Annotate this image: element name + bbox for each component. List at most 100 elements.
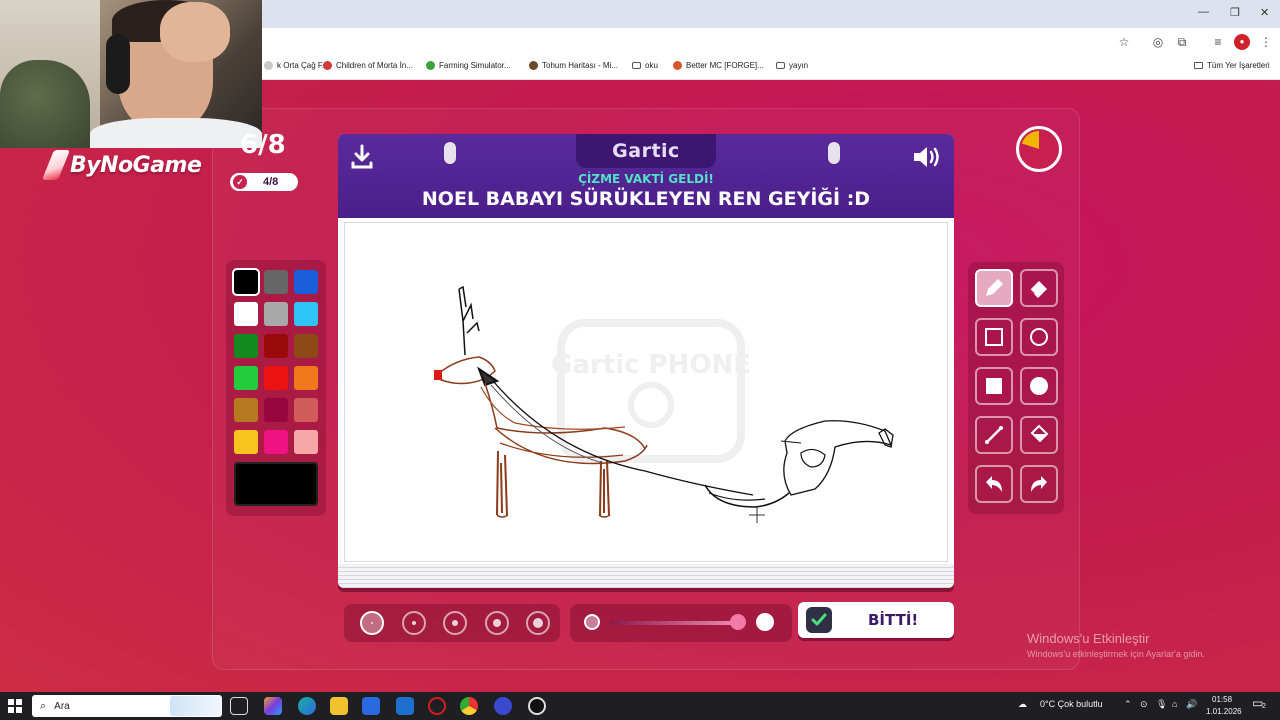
brush-size-option[interactable] (360, 611, 384, 635)
color-swatch[interactable] (264, 334, 288, 358)
windows-activation-subtitle: Windows'u etkinleştirmek için Ayarlar'a … (1027, 649, 1205, 659)
opacity-track[interactable] (610, 621, 738, 625)
edge-icon[interactable] (298, 697, 316, 715)
bookmark-item[interactable]: Children of Morta İn... (323, 61, 413, 70)
clock-time[interactable]: 01:58 (1212, 695, 1232, 704)
bookmark-item[interactable]: Better MC [FORGE]... (673, 61, 764, 70)
rectangle-fill-tool[interactable] (975, 367, 1013, 405)
color-swatch[interactable] (234, 366, 258, 390)
rectangle-fill-icon (986, 378, 1002, 394)
notebook-pages-edge (338, 564, 954, 588)
done-button[interactable]: BİTTİ! (798, 602, 954, 638)
round-counter: 6/8 (240, 130, 286, 160)
brush-size-option[interactable] (401, 611, 426, 635)
pencil-icon (986, 279, 1003, 296)
color-swatch[interactable] (264, 302, 288, 326)
file-explorer-icon[interactable] (330, 697, 348, 715)
color-swatch[interactable] (294, 302, 318, 326)
check-icon (806, 607, 832, 633)
brush-size-option[interactable] (443, 611, 467, 635)
circle-outline-tool[interactable] (1020, 318, 1058, 356)
minimize-window-icon[interactable]: — (1198, 6, 1209, 18)
puzzle-extensions-icon[interactable]: ⧉ (1174, 34, 1190, 50)
bookmark-item[interactable]: Farming Simulator... (426, 61, 511, 70)
line-tool[interactable] (975, 416, 1013, 454)
bookmark-label: Tohum Haritası - Mi... (542, 61, 619, 70)
color-swatch[interactable] (294, 398, 318, 422)
profile-avatar-icon[interactable]: ● (1234, 34, 1250, 50)
microphone-icon[interactable]: 🎙 (1156, 699, 1167, 710)
brush-size-option[interactable] (484, 611, 509, 635)
tray-chevron-icon[interactable]: ⌃ (1124, 699, 1132, 710)
weather-text[interactable]: 0°C Çok bulutlu (1040, 699, 1103, 709)
color-swatch[interactable] (232, 268, 260, 296)
color-swatch[interactable] (294, 430, 318, 454)
extension-icon[interactable]: ◎ (1150, 34, 1166, 50)
round-timer (1016, 126, 1062, 172)
redo-tool[interactable] (1020, 465, 1058, 503)
fill-bucket-tool[interactable] (1020, 416, 1058, 454)
media-controls-icon[interactable]: ≡ (1210, 34, 1226, 50)
all-bookmarks[interactable]: Tüm Yer İşaretleri (1194, 61, 1270, 70)
opacity-max-knob[interactable] (756, 613, 774, 631)
mail-icon[interactable] (396, 697, 414, 715)
color-swatch[interactable] (234, 334, 258, 358)
chrome-icon[interactable] (460, 697, 478, 715)
rectangle-outline-tool[interactable] (975, 318, 1013, 356)
undo-tool[interactable] (975, 465, 1013, 503)
eraser-tool[interactable] (1020, 269, 1058, 307)
taskbar-search[interactable]: ⌕ Ara (32, 695, 222, 717)
obs-icon[interactable] (528, 697, 546, 715)
opacity-min-knob[interactable] (584, 614, 600, 630)
color-swatch[interactable] (294, 366, 318, 390)
volume-icon[interactable]: 🔊 (1186, 699, 1197, 710)
bookmark-label: Children of Morta İn... (336, 61, 413, 70)
current-color-preview[interactable] (234, 462, 318, 506)
clock-date[interactable]: 1.01.2026 (1206, 707, 1242, 716)
circle-fill-tool[interactable] (1020, 367, 1058, 405)
color-swatch[interactable] (264, 398, 288, 422)
opacity-slider (570, 604, 792, 642)
restore-window-icon[interactable]: ❐ (1230, 6, 1240, 19)
fill-bucket-icon (1030, 424, 1049, 443)
color-swatch[interactable] (264, 430, 288, 454)
bookmark-label: k Orta Çağ F... (277, 61, 329, 70)
color-swatch[interactable] (294, 334, 318, 358)
brush-dot-icon (452, 620, 458, 626)
windows-start-icon[interactable] (8, 699, 22, 713)
bookmark-item[interactable]: Tohum Haritası - Mi... (529, 61, 618, 70)
weather-icon[interactable]: ☁ (1018, 699, 1027, 710)
drawing-canvas[interactable]: Gartic PHONE (344, 222, 948, 562)
streamer-webcam (0, 0, 262, 148)
bookmark-item[interactable]: k Orta Çağ F... (264, 61, 329, 70)
brush-dot-icon (411, 621, 416, 625)
bookmark-item[interactable]: yayın (776, 61, 808, 70)
color-swatch[interactable] (234, 302, 258, 326)
browser-menu-icon[interactable]: ⋮ (1258, 34, 1274, 50)
pencil-tool[interactable] (975, 269, 1013, 307)
color-swatch[interactable] (294, 270, 318, 294)
color-swatch[interactable] (234, 430, 258, 454)
opacity-handle[interactable] (730, 614, 746, 630)
store-icon[interactable] (362, 697, 380, 715)
windows-taskbar: ⌕ Ara ☁ 0°C Çok bulutlu ⌃ ⊙ 🎙 ⌂ 🔊 01:58 … (0, 692, 1280, 720)
opera-icon[interactable] (428, 697, 446, 715)
close-window-icon[interactable]: ✕ (1260, 6, 1269, 19)
download-icon[interactable] (350, 144, 374, 170)
streaming-app-icon[interactable] (494, 697, 512, 715)
sound-icon[interactable] (912, 144, 944, 170)
task-view-icon[interactable] (230, 697, 248, 715)
phase-subtitle: ÇİZME VAKTİ GELDİ! (578, 172, 714, 186)
binder-ring (828, 142, 840, 164)
tray-app-icon[interactable]: ⊙ (1140, 699, 1148, 710)
bookmark-item[interactable]: oku (632, 61, 658, 70)
color-swatch[interactable] (264, 366, 288, 390)
bookmark-star-icon[interactable]: ☆ (1116, 34, 1132, 50)
gartic-logo: Gartic (612, 140, 680, 162)
copilot-icon[interactable] (264, 697, 282, 715)
players-done-badge: ✓ 4/8 (230, 173, 298, 191)
network-icon[interactable]: ⌂ (1172, 699, 1177, 709)
brush-size-option[interactable] (526, 611, 550, 635)
color-swatch[interactable] (234, 398, 258, 422)
color-swatch[interactable] (264, 270, 288, 294)
